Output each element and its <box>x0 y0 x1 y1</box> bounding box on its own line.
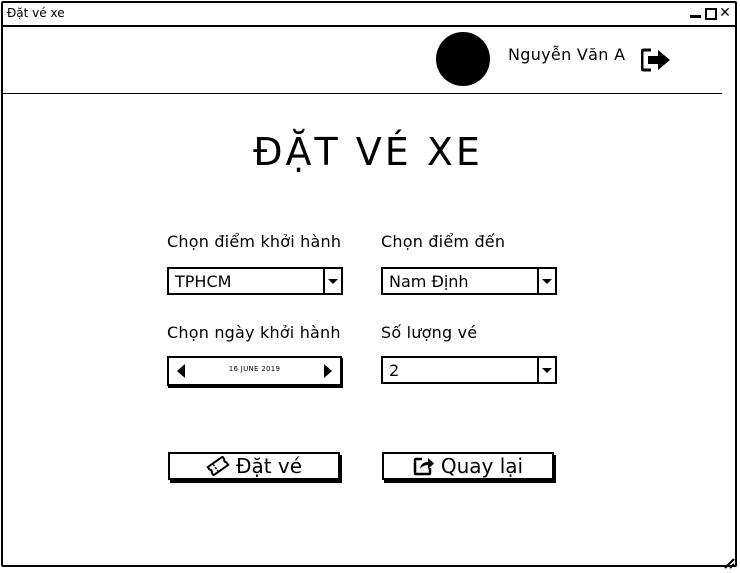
page-title: ĐẶT VÉ XE <box>253 130 483 174</box>
chevron-down-icon[interactable] <box>537 269 555 293</box>
destination-label: Chọn điểm đến <box>381 232 506 251</box>
chevron-down-icon[interactable] <box>537 358 555 382</box>
departure-value: TPHCM <box>175 272 232 291</box>
app-window: Đặt vé xe ✕ <box>1 1 737 567</box>
previous-date-icon[interactable] <box>175 363 187 379</box>
date-value: 16 JUNE 2019 <box>228 365 281 373</box>
share-icon <box>413 456 435 476</box>
back-label: Quay lại <box>440 454 524 478</box>
window-controls: ✕ <box>689 6 731 20</box>
date-label: Chọn ngày khởi hành <box>167 323 341 342</box>
departure-select[interactable]: TPHCM <box>167 267 343 295</box>
chevron-down-icon[interactable] <box>323 269 341 293</box>
book-ticket-button[interactable]: Đặt vé <box>168 452 340 480</box>
quantity-label: Số lượng vé <box>381 323 478 342</box>
back-button[interactable]: Quay lại <box>382 452 554 480</box>
date-picker[interactable]: 16 JUNE 2019 <box>167 356 342 386</box>
header-divider <box>2 93 722 94</box>
user-name: Nguyễn Văn A <box>508 45 626 64</box>
quantity-select[interactable]: 2 <box>381 356 557 384</box>
book-ticket-label: Đặt vé <box>235 454 303 478</box>
title-bar: Đặt vé xe ✕ <box>3 3 735 27</box>
minimize-button[interactable] <box>689 6 701 20</box>
departure-label: Chọn điểm khởi hành <box>167 232 342 251</box>
close-button[interactable]: ✕ <box>719 6 731 20</box>
destination-select[interactable]: Nam Định <box>381 267 557 295</box>
next-date-icon[interactable] <box>322 363 334 379</box>
resize-grip-icon[interactable] <box>723 554 735 569</box>
window-title: Đặt vé xe <box>7 6 65 20</box>
ticket-icon <box>206 456 230 476</box>
avatar <box>436 32 490 86</box>
quantity-value: 2 <box>389 361 400 380</box>
sign-out-icon[interactable] <box>640 47 673 73</box>
maximize-button[interactable] <box>704 6 717 20</box>
destination-value: Nam Định <box>389 272 469 291</box>
